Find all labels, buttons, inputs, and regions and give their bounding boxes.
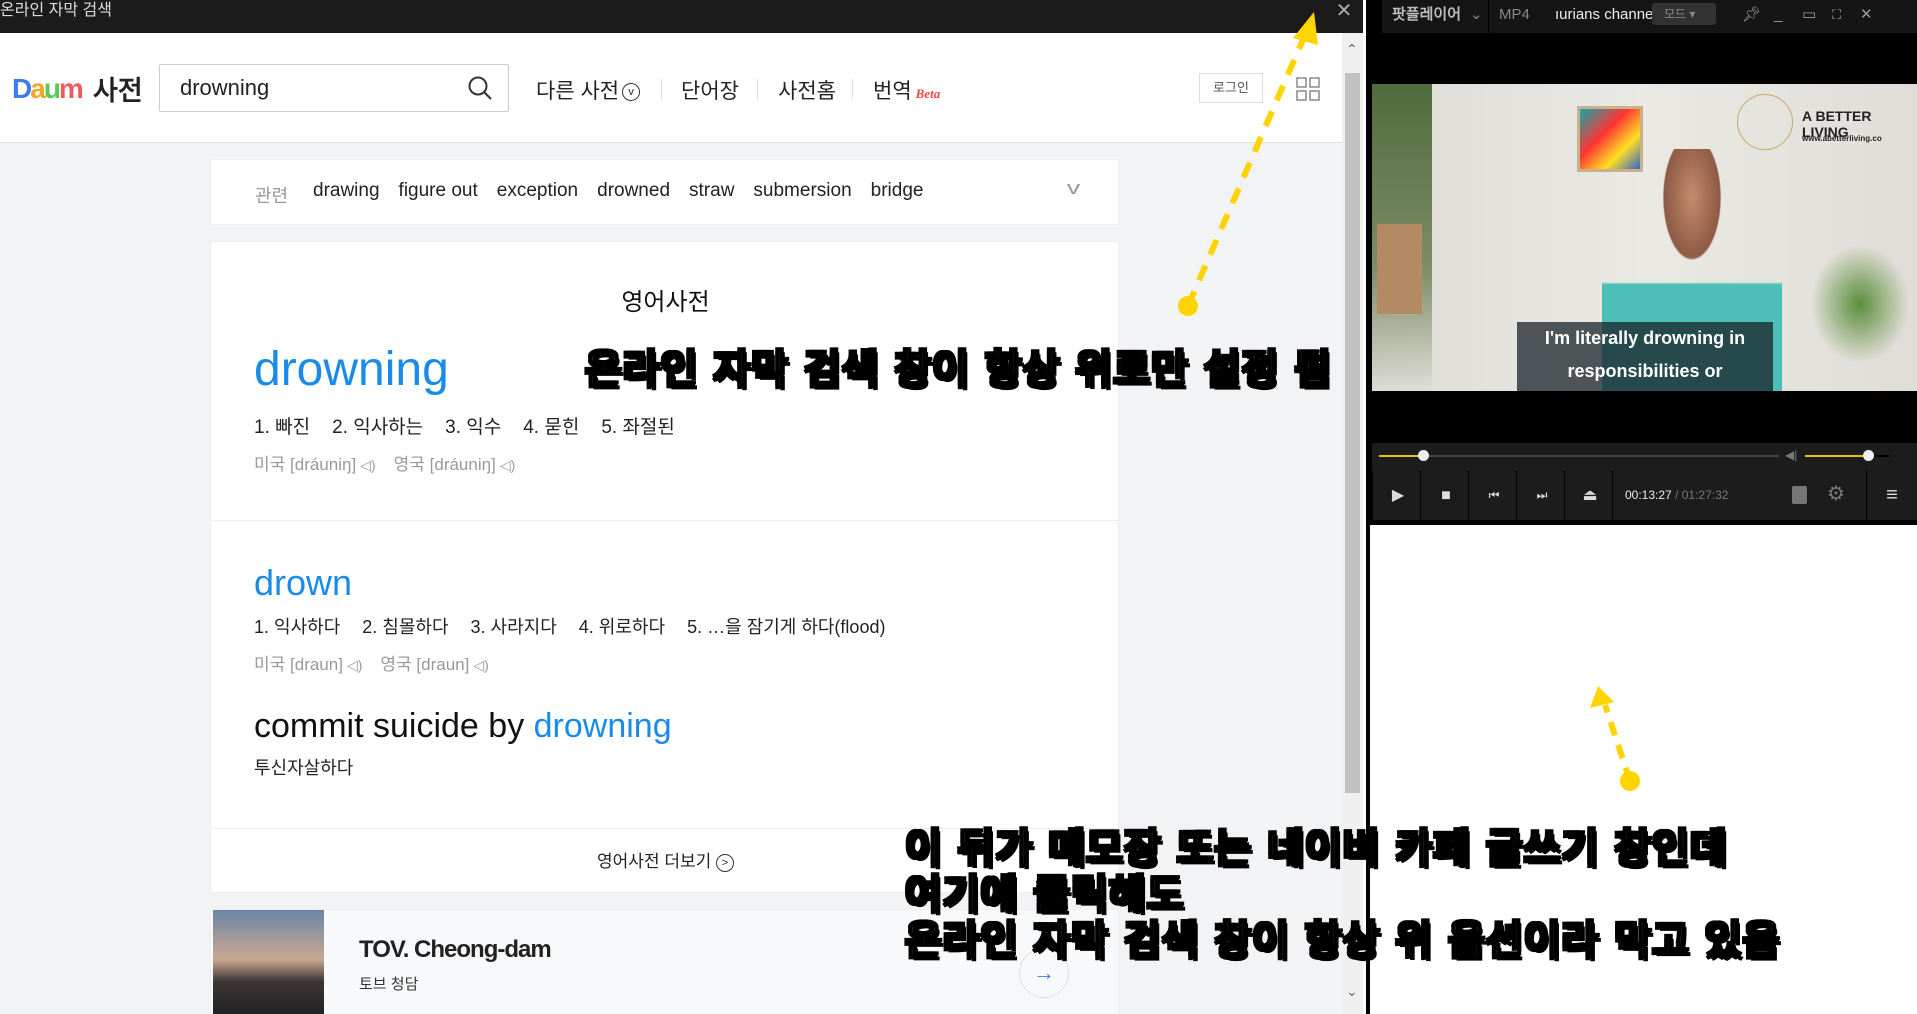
annotation-line: 이 뒤가 메모장 또는 네이버 카페 글쓰기 창인데 [904, 825, 1728, 873]
arrow-to-background [1590, 686, 1640, 791]
annotation-top: 온라인 자막 검색 창이 항상 위로만 설정 됨 [584, 346, 1333, 394]
annotation-line: 여기에 클릭해도 [904, 871, 1185, 919]
annotation-bottom: 이 뒤가 메모장 또는 네이버 카페 글쓰기 창인데 여기에 클릭해도 온라인 … [904, 825, 1781, 965]
arrow-to-close [1178, 12, 1318, 316]
annotation-line: 온라인 자막 검색 창이 항상 위 옵션이라 막고 있음 [904, 917, 1781, 965]
